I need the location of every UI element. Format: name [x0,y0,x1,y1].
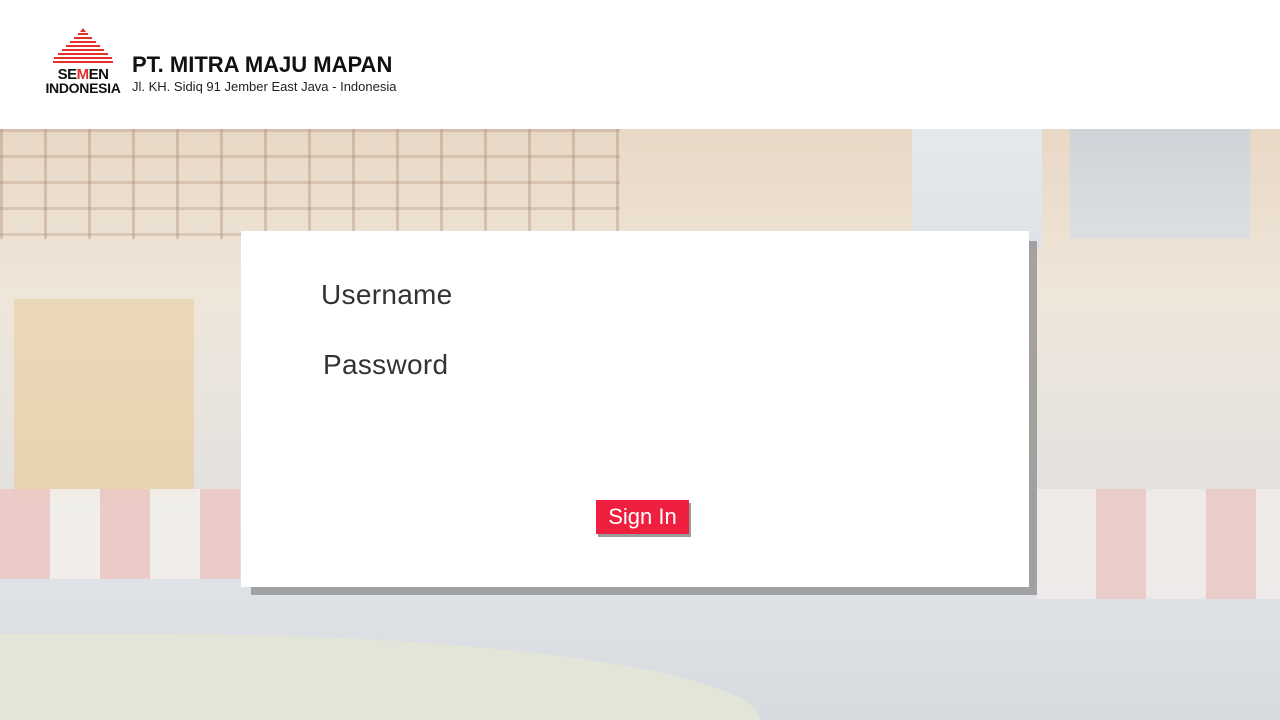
company-address: Jl. KH. Sidiq 91 Jember East Java - Indo… [132,79,397,94]
scaffold-image [0,129,620,239]
password-label: Password [323,349,449,380]
password-input[interactable] [481,349,945,387]
security-booth-image [14,299,194,499]
barrier-left-image [0,489,240,579]
logo-mark-icon [53,28,113,63]
page-header: SEMEN INDONESIA PT. MITRA MAJU MAPAN Jl.… [0,0,1280,129]
logo-wordmark-bottom: INDONESIA [45,80,121,96]
tower-image [1070,129,1250,239]
username-input[interactable] [481,279,945,317]
barrier-right-image [1036,489,1280,599]
login-card: Username Password Sign In [241,231,1029,587]
semen-indonesia-logo: SEMEN INDONESIA [40,28,126,98]
username-label: Username [321,279,453,310]
company-name: PT. MITRA MAJU MAPAN [132,52,393,77]
sign-in-button[interactable]: Sign In [596,500,689,534]
